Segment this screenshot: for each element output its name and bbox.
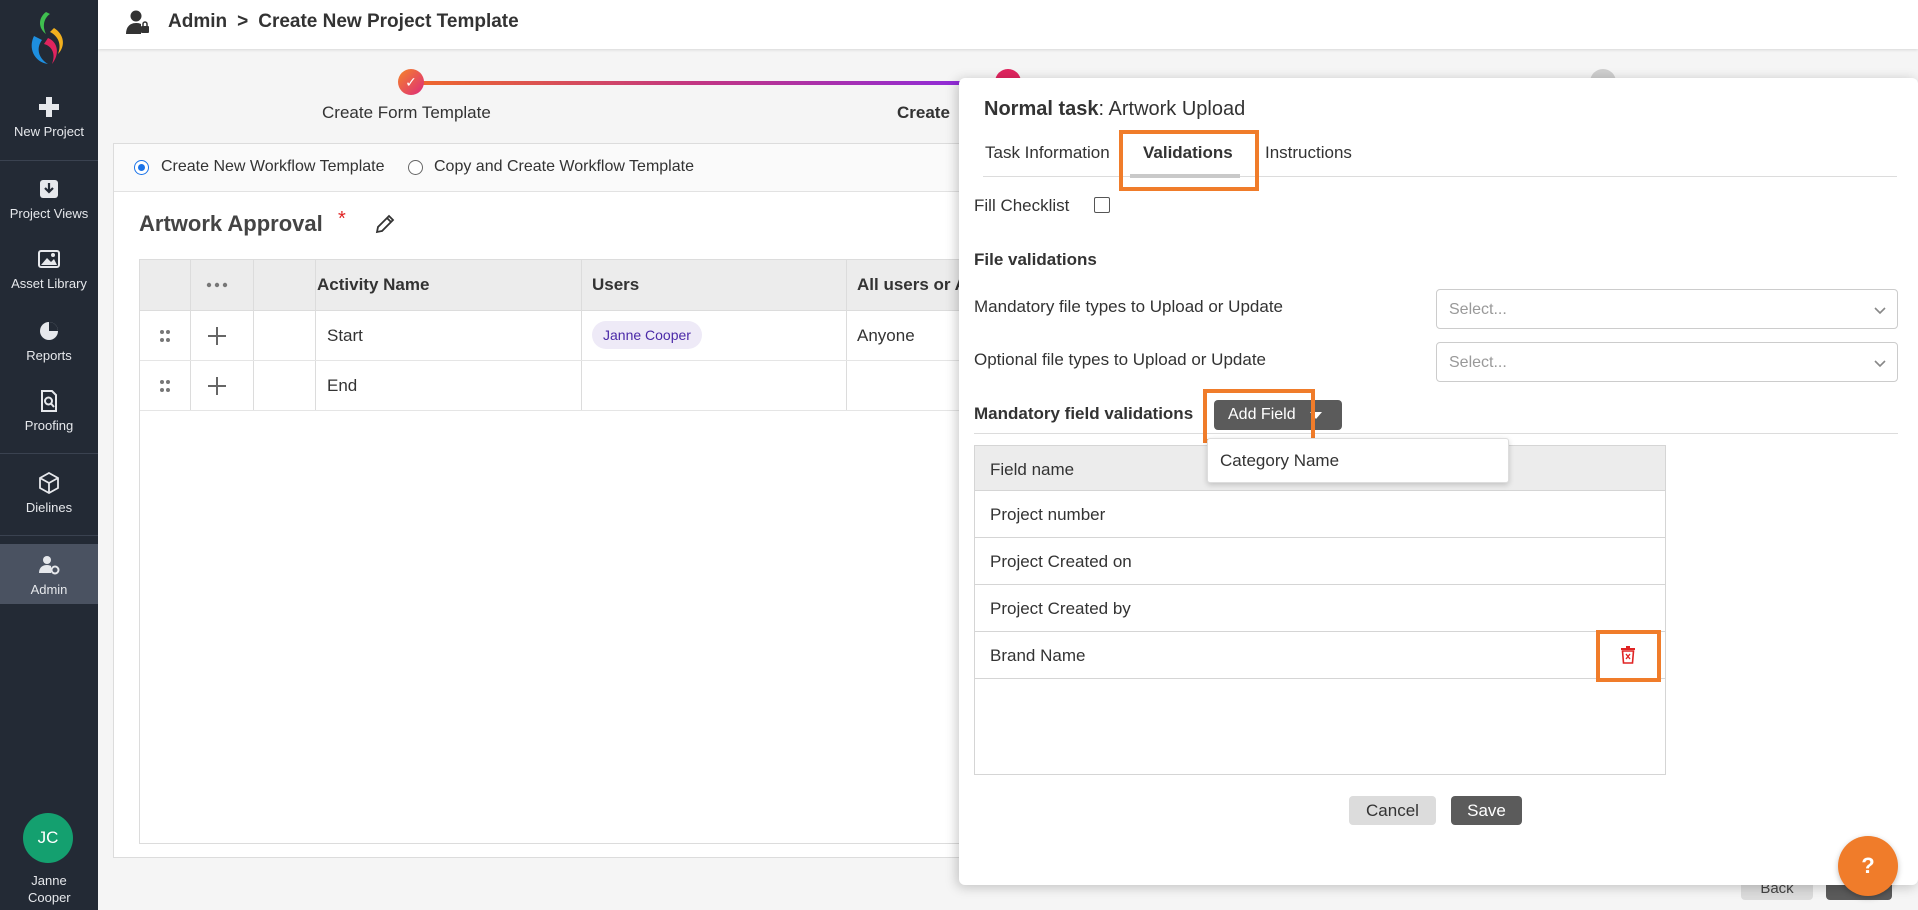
app-logo[interactable] (24, 8, 74, 70)
nav-admin[interactable]: Admin (0, 544, 98, 604)
nav-label: Reports (26, 348, 72, 363)
top-header: Admin > Create New Project Template (98, 0, 1918, 49)
nav-new-project[interactable]: New Project (0, 96, 98, 139)
user-name: Janne Cooper (28, 873, 71, 905)
table-row[interactable]: Project number (975, 491, 1665, 538)
nav-divider (0, 453, 98, 454)
col-all-users[interactable]: All users or A (857, 275, 967, 295)
sidebar: New Project Project Views Asset Library … (0, 0, 98, 910)
section-divider (974, 433, 1898, 434)
image-icon (38, 250, 60, 268)
document-search-icon (41, 390, 57, 412)
breadcrumb-admin[interactable]: Admin (168, 11, 227, 32)
nav-asset-library[interactable]: Asset Library (0, 248, 98, 291)
required-mark: * (338, 208, 346, 230)
save-button[interactable]: Save (1451, 796, 1522, 825)
task-name: : Artwork Upload (1098, 98, 1246, 120)
tab-instructions[interactable]: Instructions (1265, 143, 1352, 163)
cancel-button[interactable]: Cancel (1349, 796, 1436, 825)
all-users-cell[interactable]: Anyone (857, 326, 915, 346)
task-type: Normal task (984, 98, 1099, 120)
highlight-add-field (1203, 389, 1315, 443)
select-placeholder: Select... (1449, 301, 1507, 318)
table-row[interactable]: Project Created on (975, 538, 1665, 585)
user-gear-icon (39, 556, 60, 575)
radio-copy-create-label[interactable]: Copy and Create Workflow Template (434, 158, 694, 176)
optional-file-types-label: Optional file types to Upload or Update (974, 350, 1267, 369)
add-field-dropdown: Category Name (1207, 438, 1509, 483)
radio-create-new[interactable] (134, 160, 149, 175)
radio-create-new-label[interactable]: Create New Workflow Template (161, 158, 385, 176)
nav-divider (0, 535, 98, 536)
nav-label: Dielines (25, 500, 73, 515)
drag-handle-icon[interactable] (159, 329, 171, 343)
highlight-validations-tab (1119, 130, 1259, 191)
field-name-header: Field name (990, 460, 1075, 479)
help-button[interactable]: ? (1838, 836, 1898, 896)
table-row[interactable]: Project Created by (975, 585, 1665, 632)
nav-proofing[interactable]: Proofing (0, 390, 98, 433)
nav-label: Admin (30, 582, 68, 597)
nav-reports[interactable]: Reports (0, 320, 98, 363)
more-dots-icon[interactable] (206, 281, 228, 289)
stepper-progress-line (411, 81, 991, 85)
select-placeholder: Select... (1449, 354, 1507, 371)
nav-project-views[interactable]: Project Views (0, 178, 98, 221)
field-name-cell: Project number (990, 505, 1106, 524)
file-validations-heading: File validations (974, 250, 1097, 269)
add-row-plus-icon[interactable] (207, 326, 227, 346)
fill-checklist-checkbox[interactable] (1094, 197, 1110, 213)
nav-label: Proofing (24, 418, 74, 433)
col-activity-name[interactable]: Activity Name (317, 275, 429, 295)
chevron-down-icon (1874, 307, 1886, 315)
admin-user-icon (126, 10, 149, 34)
avatar[interactable]: JC (23, 813, 73, 863)
plus-icon (39, 97, 59, 117)
step-done-check-icon: ✓ (398, 69, 424, 95)
nav-label: Asset Library (11, 276, 87, 291)
activity-name-cell[interactable]: End (327, 376, 357, 396)
pencil-icon[interactable] (374, 213, 396, 235)
tab-task-information[interactable]: Task Information (985, 143, 1110, 163)
add-row-plus-icon[interactable] (207, 376, 227, 396)
field-name-cell: Project Created by (990, 599, 1131, 618)
step-label-current: Create (897, 103, 950, 122)
mandatory-file-types-label: Mandatory file types to Upload or Update (974, 297, 1284, 316)
highlight-delete-icon (1596, 630, 1661, 682)
workflow-title: Artwork Approval (139, 211, 323, 236)
breadcrumb-current: Create New Project Template (258, 11, 519, 32)
optional-file-types-select[interactable]: Select... (1436, 342, 1898, 382)
breadcrumb-separator: > (237, 11, 249, 32)
field-name-cell: Brand Name (990, 646, 1086, 665)
table-row[interactable]: Brand Name (975, 632, 1665, 679)
mandatory-field-validations-heading: Mandatory field validations (974, 404, 1194, 423)
panel-title: Normal task: Artwork Upload (984, 98, 1245, 121)
chevron-down-icon (1874, 360, 1886, 368)
nav-label: Project Views (9, 206, 89, 221)
fill-checklist-label: Fill Checklist (974, 196, 1070, 215)
breadcrumb: Admin > Create New Project Template (168, 11, 519, 33)
box-icon (39, 472, 59, 494)
step-label-form-template: Create Form Template (322, 103, 491, 122)
nav-label: New Project (13, 124, 85, 139)
drag-handle-icon[interactable] (159, 379, 171, 393)
nav-dielines[interactable]: Dielines (0, 472, 98, 515)
radio-copy-create[interactable] (408, 160, 423, 175)
field-name-cell: Project Created on (990, 552, 1132, 571)
pie-chart-icon (40, 322, 58, 340)
inbox-download-icon (40, 180, 58, 198)
dropdown-option-category-name[interactable]: Category Name (1220, 451, 1339, 471)
col-users[interactable]: Users (592, 275, 639, 295)
activity-name-cell[interactable]: Start (327, 326, 363, 346)
user-chip[interactable]: Janne Cooper (592, 321, 702, 349)
task-side-panel: Normal task: Artwork Upload Task Informa… (959, 78, 1918, 885)
nav-divider (0, 160, 98, 161)
mandatory-file-types-select[interactable]: Select... (1436, 289, 1898, 329)
field-name-table: Field name Project number Project Create… (974, 445, 1666, 775)
